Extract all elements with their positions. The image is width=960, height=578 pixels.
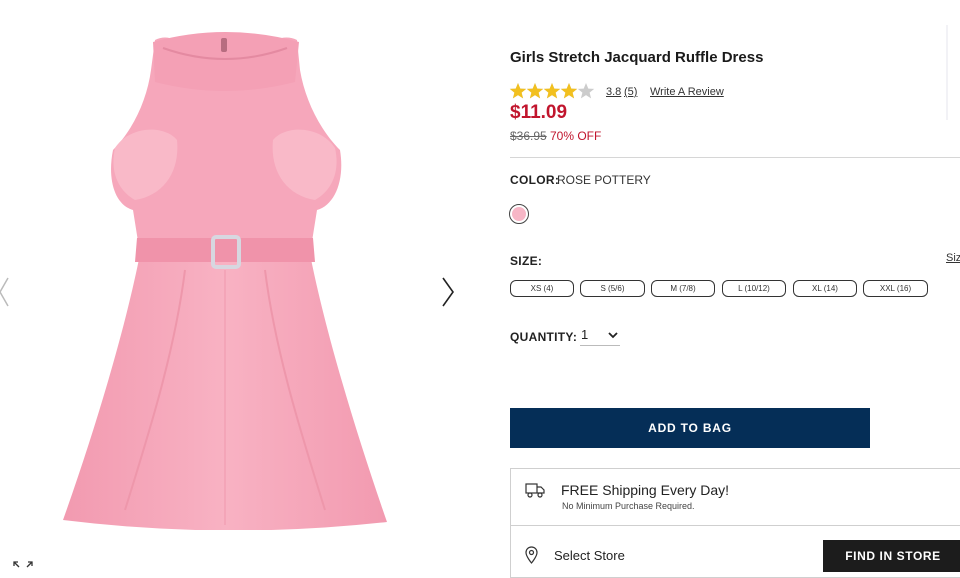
add-to-bag-button[interactable]: ADD TO BAG <box>510 408 870 448</box>
chevron-left-icon[interactable] <box>0 272 12 312</box>
size-option-xs[interactable]: XS (4) <box>510 280 574 297</box>
sale-price: $11.09 <box>510 102 568 123</box>
review-count[interactable]: (5) <box>624 86 637 98</box>
color-swatch-fill <box>512 207 526 221</box>
size-option-m[interactable]: M (7/8) <box>651 280 715 297</box>
product-title: Girls Stretch Jacquard Ruffle Dress <box>510 49 764 66</box>
shipping-subtitle: No Minimum Purchase Required. <box>562 501 695 511</box>
size-option-xl[interactable]: XL (14) <box>793 280 857 297</box>
write-review-link[interactable]: Write A Review <box>650 86 724 98</box>
size-option-s[interactable]: S (5/6) <box>580 280 645 297</box>
size-option-l[interactable]: L (10/12) <box>722 280 786 297</box>
find-in-store-button[interactable]: FIND IN STORE <box>823 540 960 572</box>
rating-value[interactable]: 3.8 <box>606 86 621 98</box>
select-store-link[interactable]: Select Store <box>554 548 625 563</box>
shipping-title: FREE Shipping Every Day! <box>561 482 730 498</box>
map-pin-icon <box>525 546 538 564</box>
divider <box>510 525 960 526</box>
color-label: COLOR: <box>510 173 560 187</box>
truck-icon <box>525 483 545 498</box>
chevron-down-icon <box>608 332 618 339</box>
watermark <box>946 25 948 120</box>
quantity-select[interactable]: 1 <box>580 327 620 346</box>
quantity-label: QUANTITY: <box>510 330 578 344</box>
size-guide-link[interactable]: Siz <box>946 252 960 264</box>
product-image <box>63 32 387 530</box>
chevron-right-icon[interactable] <box>437 272 457 312</box>
expand-icon[interactable] <box>12 558 34 570</box>
original-price: $36.95 <box>510 129 547 143</box>
color-value: ROSE POTTERY <box>557 173 651 187</box>
divider <box>510 157 960 158</box>
size-label: SIZE: <box>510 254 543 268</box>
star-rating <box>509 83 595 99</box>
color-swatch-rose-pottery[interactable] <box>509 204 529 224</box>
quantity-value: 1 <box>581 327 589 342</box>
size-option-xxl[interactable]: XXL (16) <box>863 280 928 297</box>
star-icon <box>577 83 595 99</box>
discount-badge: 70% OFF <box>550 129 602 143</box>
